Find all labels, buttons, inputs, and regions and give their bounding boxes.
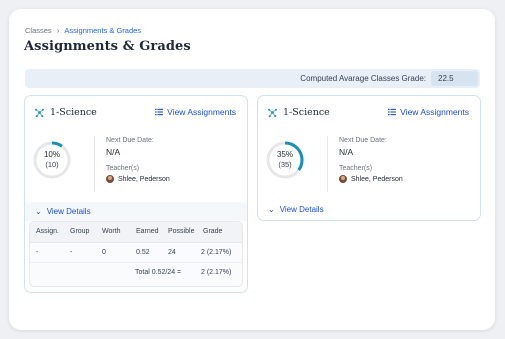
next-due-value: N/A <box>339 147 354 157</box>
chevron-right-icon: › <box>56 26 60 35</box>
view-details-label: View Details <box>46 207 91 216</box>
next-due-value: N/A <box>106 147 121 157</box>
class-info: Next Due Date: N/A Teacher(s) Shlee, Ped… <box>106 137 170 183</box>
col-earned: Earned <box>136 228 159 235</box>
view-details-label: View Details <box>279 205 324 214</box>
computed-grade-bar: Computed Avarage Classes Grade: 22.5 <box>25 69 480 88</box>
next-due-label: Next Due Date: <box>339 137 387 144</box>
table-header: Assign. Group Worth Earned Possible Grad… <box>30 222 242 243</box>
cell-grade: 2 (2.17%) <box>201 249 232 256</box>
divider <box>327 136 328 192</box>
cell-earned: 0.52 <box>136 249 150 256</box>
teacher-name: Shlee, Pederson <box>351 175 403 183</box>
class-subject: 1-Science <box>50 107 97 118</box>
progress-points: (35) <box>278 160 292 169</box>
class-info: Next Due Date: N/A Teacher(s) Shlee, Ped… <box>339 137 403 183</box>
class-card: 1-Science View Assignments 35% (35) Next… <box>257 95 481 221</box>
cell-worth: 0 <box>102 249 106 256</box>
teacher-label: Teacher(s) <box>339 165 373 172</box>
computed-grade-label: Computed Avarage Classes Grade: <box>300 74 426 83</box>
progress-percent: 35% <box>276 150 293 159</box>
view-assignments-link[interactable]: View Assignments <box>388 107 469 117</box>
avatar <box>106 175 114 183</box>
col-group: Group <box>70 228 90 235</box>
col-grade: Grade <box>203 228 223 235</box>
col-worth: Worth <box>102 228 121 235</box>
divider <box>94 136 95 192</box>
col-possible: Possible <box>168 228 195 235</box>
class-card: 1-Science View Assignments 10% (10) Next… <box>24 95 248 293</box>
breadcrumb: Classes › Assignments & Grades <box>25 26 141 35</box>
teacher-name: Shlee, Pederson <box>118 175 170 183</box>
teacher: Shlee, Pederson <box>339 175 403 183</box>
progress-ring: 10% (10) <box>32 140 72 180</box>
details-bar: ⌄ View Details <box>25 202 247 221</box>
avatar <box>339 175 347 183</box>
breadcrumb-current: Assignments & Grades <box>64 26 142 35</box>
progress-ring: 35% (35) <box>265 140 305 180</box>
view-details-toggle[interactable]: ⌄ View Details <box>268 205 324 214</box>
table-row: - - 0 0.52 24 2 (2.17%) <box>30 243 242 261</box>
next-due-label: Next Due Date: <box>106 137 154 144</box>
list-icon <box>388 108 397 116</box>
cell-assign: - <box>36 249 39 256</box>
class-card-header: 1-Science View Assignments <box>25 96 247 128</box>
main-panel: Classes › Assignments & Grades Assignmen… <box>9 9 495 330</box>
computed-grade-value: 22.5 <box>431 71 478 86</box>
breadcrumb-classes-link[interactable]: Classes <box>25 26 52 35</box>
total-label: Total 0.52/24 = <box>135 269 182 276</box>
progress-percent: 10% <box>43 150 60 159</box>
view-details-toggle[interactable]: ⌄ View Details <box>35 207 91 216</box>
cell-group: - <box>70 249 73 256</box>
view-assignments-label: View Assignments <box>167 107 236 117</box>
cell-possible: 24 <box>168 249 176 256</box>
grades-table: Assign. Group Worth Earned Possible Grad… <box>29 221 243 287</box>
page-title: Assignments & Grades <box>24 39 191 54</box>
atom-icon <box>268 108 277 118</box>
class-card-header: 1-Science View Assignments <box>258 96 480 128</box>
atom-icon <box>35 108 44 118</box>
class-subject: 1-Science <box>283 107 330 118</box>
details-bar: ⌄ View Details <box>258 200 480 219</box>
list-icon <box>155 108 164 116</box>
progress-points: (10) <box>45 160 59 169</box>
view-assignments-link[interactable]: View Assignments <box>155 107 236 117</box>
table-total-row: Total 0.52/24 = 2 (2.17%) <box>30 262 242 281</box>
chevron-down-icon: ⌄ <box>35 207 42 216</box>
view-assignments-label: View Assignments <box>400 107 469 117</box>
chevron-down-icon: ⌄ <box>268 205 275 214</box>
teacher: Shlee, Pederson <box>106 175 170 183</box>
total-value: 2 (2.17%) <box>201 269 232 276</box>
col-assign: Assign. <box>36 228 59 235</box>
teacher-label: Teacher(s) <box>106 165 140 172</box>
